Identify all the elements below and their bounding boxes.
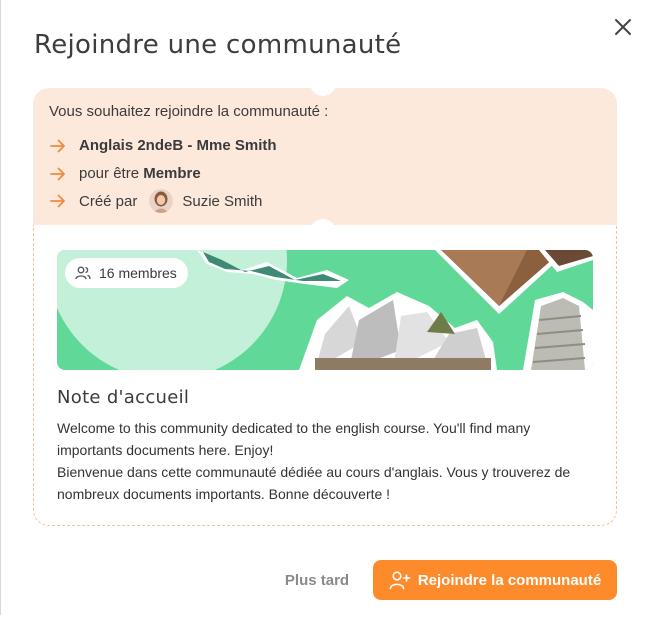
users-icon: [75, 266, 91, 280]
modal-title: Rejoindre une communauté: [34, 30, 402, 60]
info-intro: Vous souhaitez rejoindre la communauté :: [49, 103, 329, 120]
info-row-creator: Créé par Suzie Smith: [50, 189, 262, 213]
role-prefix: pour être: [79, 165, 140, 182]
members-count-label: 16 membres: [99, 265, 177, 281]
add-user-icon: [389, 571, 411, 590]
arrow-right-icon: [50, 167, 65, 180]
created-by-label: Créé par: [79, 192, 138, 210]
window-edge: [0, 0, 1, 615]
role-value: Membre: [143, 165, 201, 182]
welcome-note-text: Welcome to this community dedicated to t…: [57, 417, 587, 505]
welcome-note-text-en: Welcome to this community dedicated to t…: [57, 420, 531, 458]
join-community-button[interactable]: Rejoindre la communauté: [373, 560, 617, 600]
members-count-badge: 16 membres: [65, 258, 188, 288]
join-button-label: Rejoindre la communauté: [417, 571, 602, 589]
community-name: Anglais 2ndeB - Mme Smith: [79, 137, 277, 154]
creator-name: Suzie Smith: [182, 192, 263, 210]
arrow-right-icon: [50, 194, 65, 208]
later-button[interactable]: Plus tard: [272, 562, 362, 598]
close-icon: [615, 19, 631, 35]
creator-avatar: [149, 189, 174, 213]
info-row-role: pour être Membre: [50, 165, 201, 182]
info-row-community: Anglais 2ndeB - Mme Smith: [50, 137, 277, 154]
close-button[interactable]: [610, 14, 636, 40]
arrow-right-icon: [50, 139, 65, 152]
welcome-note-title: Note d'accueil: [57, 387, 190, 408]
welcome-note-text-fr: Bienvenue dans cette communauté dédiée a…: [57, 464, 571, 502]
